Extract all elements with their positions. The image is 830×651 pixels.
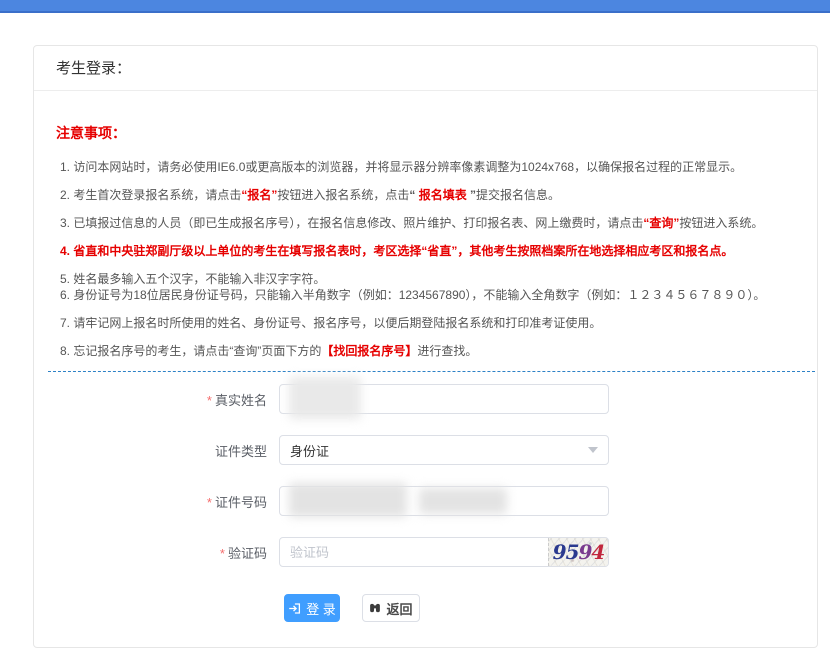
back-button[interactable]: 返回 xyxy=(362,594,420,622)
dashed-separator xyxy=(48,371,815,372)
notice-item: 4. 省直和中央驻郑副厅级以上单位的考生在填写报名表时，考区选择“省直”，其他考… xyxy=(60,243,797,259)
captcha-digit: 4 xyxy=(591,542,604,562)
notice-section: 注意事项： 1. 访问本网站时，请务必使用IE6.0或更高版本的浏览器，并将显示… xyxy=(34,91,817,359)
binoculars-icon xyxy=(369,602,381,614)
notice-item: 6. 身份证号为18位居民身份证号码，只能输入半角数字（例如：123456789… xyxy=(60,287,797,303)
card-title: 考生登录： xyxy=(34,46,817,91)
captcha-image[interactable]: 9594 xyxy=(548,538,608,566)
id-type-selected-value: 身份证 xyxy=(290,441,588,460)
captcha-label: *验证码 xyxy=(34,543,279,562)
id-number-label: *证件号码 xyxy=(34,492,279,511)
captcha-digit: 9 xyxy=(553,542,566,562)
id-type-label: 证件类型 xyxy=(34,441,279,460)
button-row: 登 录 返回 xyxy=(284,594,817,622)
chevron-down-icon xyxy=(588,447,598,453)
notice-item: 3. 已填报过信息的人员（即已生成报名序号），在报名信息修改、照片维护、打印报名… xyxy=(60,215,797,231)
top-blue-bar xyxy=(0,0,830,13)
notice-item: 5. 姓名最多输入五个汉字，不能输入非汉字字符。 xyxy=(60,271,797,287)
real-name-row: *真实姓名 xyxy=(34,384,817,414)
id-type-select[interactable]: 身份证 xyxy=(279,435,609,465)
captcha-digit: 5 xyxy=(566,542,579,562)
login-icon xyxy=(288,602,301,615)
notice-list: 1. 访问本网站时，请务必使用IE6.0或更高版本的浏览器，并将显示器分辨率像素… xyxy=(60,159,797,359)
notice-item: 8. 忘记报名序号的考生，请点击“查询”页面下方的【找回报名序号】进行查找。 xyxy=(60,343,797,359)
captcha-digit: 9 xyxy=(579,542,592,562)
captcha-row: *验证码 9594 xyxy=(34,537,817,567)
notice-item: 1. 访问本网站时，请务必使用IE6.0或更高版本的浏览器，并将显示器分辨率像素… xyxy=(60,159,797,175)
required-mark: * xyxy=(207,495,212,510)
notice-item: 7. 请牢记网上报名时所使用的姓名、身份证号、报名序号，以便后期登陆报名系统和打… xyxy=(60,315,797,331)
login-button[interactable]: 登 录 xyxy=(284,594,340,622)
real-name-input[interactable] xyxy=(279,384,609,414)
exam-login-page: 考生登录： 注意事项： 1. 访问本网站时，请务必使用IE6.0或更高版本的浏览… xyxy=(0,0,830,651)
required-mark: * xyxy=(207,393,212,408)
real-name-label: *真实姓名 xyxy=(34,390,279,409)
id-number-input[interactable] xyxy=(279,486,609,516)
notice-title: 注意事项： xyxy=(56,123,797,143)
id-type-row: 证件类型 身份证 xyxy=(34,435,817,465)
notice-item: 2. 考生首次登录报名系统，请点击“报名”按钮进入报名系统，点击“ 报名填表 ”… xyxy=(60,187,797,203)
login-card: 考生登录： 注意事项： 1. 访问本网站时，请务必使用IE6.0或更高版本的浏览… xyxy=(33,45,818,648)
login-form: *真实姓名 证件类型 身份证 *证件号码 xyxy=(34,384,817,622)
id-number-row: *证件号码 xyxy=(34,486,817,516)
required-mark: * xyxy=(220,546,225,561)
